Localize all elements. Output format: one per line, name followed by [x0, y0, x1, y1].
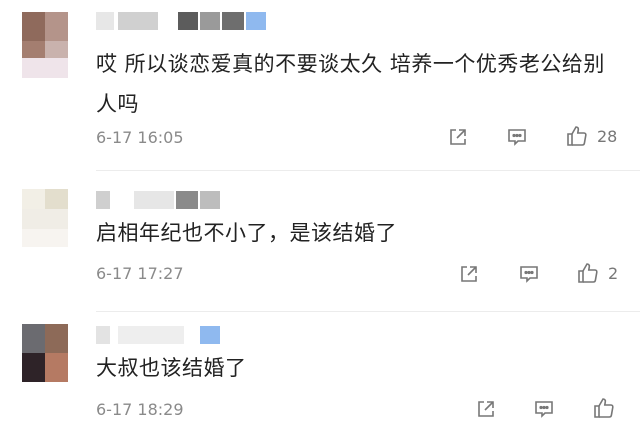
- avatar[interactable]: [22, 189, 68, 247]
- share-icon: [450, 129, 466, 145]
- avatar[interactable]: [22, 324, 68, 382]
- like-button[interactable]: 2: [576, 261, 618, 285]
- username-blurred[interactable]: [96, 326, 226, 344]
- share-button[interactable]: [475, 398, 497, 420]
- reply-button[interactable]: [533, 398, 555, 420]
- comment-icon: [520, 266, 538, 283]
- share-button[interactable]: [458, 263, 480, 285]
- comment-icon: [535, 401, 553, 418]
- comment-time: 6-17 17:27: [96, 264, 184, 283]
- thumbs-up-icon: [567, 126, 587, 146]
- share-icon: [478, 401, 494, 417]
- like-count: 28: [597, 126, 618, 146]
- thumbs-up-icon: [578, 263, 598, 283]
- comment-text: 启相年纪也不小了，是该结婚了: [96, 221, 397, 245]
- comment-text: 哎 所以谈恋爱真的不要谈太久 培养一个优秀老公给别人吗: [96, 52, 605, 116]
- comment-item: 大叔也该结婚了 6-17 18:29: [0, 312, 640, 436]
- comment-item: 启相年纪也不小了，是该结婚了 6-17 17:27 2: [0, 171, 640, 311]
- username-blurred[interactable]: [96, 191, 226, 209]
- like-button[interactable]: [592, 396, 616, 420]
- share-icon: [461, 266, 477, 282]
- like-count: 2: [608, 263, 619, 283]
- like-button[interactable]: 28: [565, 124, 617, 148]
- avatar-lower-blur: [22, 58, 68, 78]
- comment-item: 哎 所以谈恋爱真的不要谈太久 培养一个优秀老公给别人吗 6-17 16:05 2…: [0, 0, 640, 170]
- comment-text: 大叔也该结婚了: [96, 356, 247, 380]
- reply-button[interactable]: [518, 263, 540, 285]
- reply-button[interactable]: [506, 126, 528, 148]
- username-blurred[interactable]: [96, 12, 272, 30]
- comment-time: 6-17 16:05: [96, 128, 184, 147]
- thumbs-up-icon: [594, 398, 614, 418]
- share-button[interactable]: [447, 126, 469, 148]
- comment-time: 6-17 18:29: [96, 400, 184, 419]
- comment-icon: [508, 129, 526, 146]
